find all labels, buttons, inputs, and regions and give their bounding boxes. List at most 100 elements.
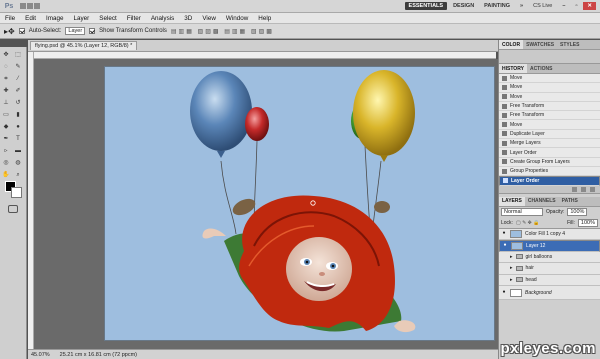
window-close-icon[interactable]: ✕ [583, 2, 596, 10]
menu-help[interactable]: Help [253, 15, 276, 22]
menu-3d[interactable]: 3D [179, 15, 197, 22]
expand-arrow-icon[interactable]: ▸ [510, 277, 513, 283]
hand-tool-icon[interactable]: ✋ [2, 171, 10, 179]
workspace-design[interactable]: DESIGN [449, 2, 478, 10]
move-tool-icon[interactable]: ▸✥ [4, 27, 15, 36]
expand-arrow-icon[interactable]: ▸ [510, 265, 513, 271]
eyedropper-tool-icon[interactable]: ⁄ [14, 75, 22, 83]
workspace-more[interactable]: » [516, 2, 527, 10]
history-step-icon [502, 103, 507, 109]
blur-tool-icon[interactable]: ◆ [2, 123, 10, 131]
menu-edit[interactable]: Edit [20, 15, 41, 22]
status-bar: 45.07% 25.21 cm x 16.81 cm (72 ppcm) [28, 349, 498, 359]
history-item[interactable]: Move [499, 93, 600, 102]
layer-thumbnail [510, 229, 522, 238]
menu-filter[interactable]: Filter [122, 15, 146, 22]
3d-rotate-icon[interactable]: ◎ [2, 159, 10, 167]
type-tool-icon[interactable]: T [14, 135, 22, 143]
window-restore-icon[interactable]: ▫ [571, 2, 581, 10]
fill-field[interactable]: 100% [577, 218, 598, 227]
3d-orbit-icon[interactable]: ◍ [14, 159, 22, 167]
workspace-essentials[interactable]: ESSENTIALS [404, 2, 448, 10]
layer-group-row[interactable]: ▸ girl balloons [499, 251, 600, 264]
tab-history[interactable]: HISTORY [499, 64, 527, 73]
tab-paths[interactable]: PATHS [559, 198, 581, 204]
marquee-tool-icon[interactable]: ⬚ [14, 51, 22, 59]
menu-view[interactable]: View [197, 15, 221, 22]
eye-icon[interactable] [501, 254, 507, 259]
history-item-selected[interactable]: Layer Order [499, 176, 600, 186]
expand-arrow-icon[interactable]: ▸ [510, 254, 513, 260]
history-item[interactable]: Move [499, 74, 600, 84]
eye-icon[interactable] [501, 266, 507, 271]
lock-icons[interactable]: ▢ ✎ ✥ 🔒 [516, 220, 540, 226]
move-tool-icon[interactable]: ✥ [2, 51, 10, 59]
path-select-icon[interactable]: ▹ [2, 147, 10, 155]
view-extras-icon[interactable] [34, 3, 40, 9]
gradient-tool-icon[interactable]: ▮ [14, 111, 22, 119]
blend-mode-dropdown[interactable]: Normal [501, 208, 543, 217]
lasso-tool-icon[interactable]: ◌ [2, 63, 10, 71]
tab-actions[interactable]: ACTIONS [527, 66, 556, 72]
layer-row-selected[interactable]: ● Layer 12 [499, 240, 600, 252]
layer-row[interactable]: ● Background [499, 286, 600, 301]
history-item[interactable]: Move [499, 83, 600, 93]
quick-select-tool-icon[interactable]: ✎ [14, 63, 22, 71]
history-brush-icon[interactable]: ↺ [14, 99, 22, 107]
eraser-tool-icon[interactable]: ▭ [2, 111, 10, 119]
menu-select[interactable]: Select [94, 15, 122, 22]
new-document-icon[interactable] [581, 186, 586, 192]
tab-layers[interactable]: LAYERS [499, 196, 525, 206]
document-tab[interactable]: flying.psd @ 45.1% (Layer 12, RGB/8) * [30, 41, 138, 50]
eye-icon[interactable] [501, 277, 507, 282]
bridge-icon[interactable] [20, 3, 26, 9]
history-item[interactable]: Group Properties [499, 167, 600, 177]
crop-tool-icon[interactable]: ⌗ [2, 75, 10, 83]
zoom-level[interactable]: 45.07% [31, 352, 50, 358]
trash-icon[interactable] [590, 186, 595, 192]
eye-icon[interactable]: ● [501, 231, 507, 236]
pen-tool-icon[interactable]: ✒ [2, 135, 10, 143]
quick-mask-icon[interactable] [8, 205, 18, 213]
layer-row[interactable]: ● Color Fill 1 copy 4 [499, 228, 600, 241]
cs-live-button[interactable]: CS Live [529, 2, 556, 10]
history-item[interactable]: Merge Layers [499, 139, 600, 149]
align-icons[interactable]: ▤▥▦ ▧▨▩ ▤▥▦ ▧▨▩ [171, 28, 274, 35]
menu-file[interactable]: File [0, 15, 20, 22]
menu-layer[interactable]: Layer [69, 15, 95, 22]
new-snapshot-icon[interactable] [572, 186, 577, 192]
stamp-tool-icon[interactable]: ⊥ [2, 99, 10, 107]
opacity-field[interactable]: 100% [567, 208, 588, 217]
tab-styles[interactable]: STYLES [557, 42, 582, 48]
folder-icon [515, 277, 523, 283]
mini-bridge-icon[interactable] [27, 3, 33, 9]
tab-swatches[interactable]: SWATCHES [523, 42, 557, 48]
auto-select-dropdown[interactable]: Layer [65, 27, 86, 35]
auto-select-checkbox[interactable] [18, 28, 25, 34]
background-color-swatch[interactable] [11, 187, 22, 198]
zoom-tool-icon[interactable]: ⌕ [14, 171, 22, 179]
eye-icon[interactable]: ● [501, 290, 507, 295]
layer-group-row[interactable]: ▸ hair [499, 263, 600, 275]
tab-color[interactable]: COLOR [499, 40, 524, 49]
layer-group-row[interactable]: ▸ head [499, 274, 600, 287]
history-item[interactable]: Free Transform [499, 102, 600, 112]
history-item[interactable]: Free Transform [499, 111, 600, 121]
brush-tool-icon[interactable]: ✐ [14, 87, 22, 95]
history-item[interactable]: Create Group From Layers [499, 158, 600, 167]
shape-tool-icon[interactable]: ▬ [14, 147, 22, 155]
dodge-tool-icon[interactable]: ● [14, 123, 22, 131]
history-item[interactable]: Move [499, 120, 600, 130]
eye-icon[interactable]: ● [502, 243, 508, 248]
workspace-painting[interactable]: PAINTING [480, 2, 514, 10]
menu-analysis[interactable]: Analysis [146, 15, 179, 22]
document-canvas[interactable] [104, 66, 495, 341]
tab-channels[interactable]: CHANNELS [525, 198, 559, 204]
window-minimize-icon[interactable]: – [558, 2, 569, 10]
healing-tool-icon[interactable]: ✚ [2, 87, 10, 95]
menu-window[interactable]: Window [221, 15, 253, 22]
history-item[interactable]: Duplicate Layer [499, 130, 600, 140]
menu-image[interactable]: Image [41, 15, 69, 22]
transform-controls-checkbox[interactable] [89, 28, 96, 34]
history-item[interactable]: Layer Order [499, 148, 600, 158]
